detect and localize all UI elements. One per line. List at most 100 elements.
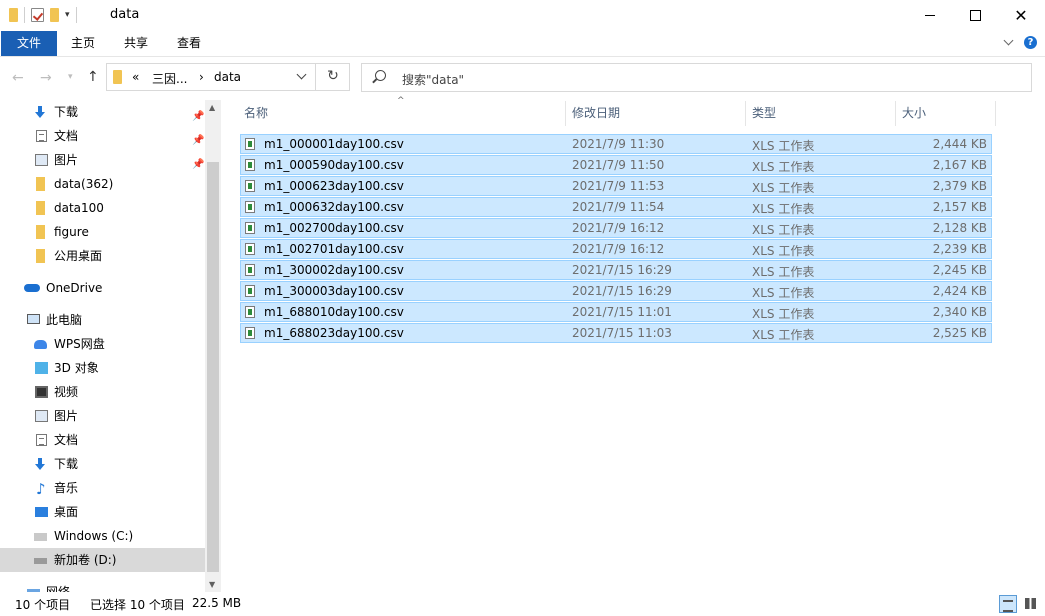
tab-home[interactable]: 主页 <box>63 31 103 56</box>
sidebar-item-label: OneDrive <box>46 281 103 295</box>
sidebar-item-pictures-pinned[interactable]: 图片 📌 <box>0 148 205 172</box>
csv-file-icon <box>245 180 255 192</box>
sidebar-item-downloads-pinned[interactable]: 下载 📌 <box>0 100 205 124</box>
drive-c-icon <box>34 533 47 541</box>
scroll-down-icon[interactable]: ▼ <box>209 580 215 589</box>
minimize-button[interactable] <box>907 0 953 31</box>
file-row[interactable]: m1_000632day100.csv 2021/7/9 11:54 XLS 工… <box>240 197 992 217</box>
file-name: m1_000632day100.csv <box>264 200 404 214</box>
column-header-modified[interactable]: 修改日期 <box>572 101 620 126</box>
forward-arrow-icon[interactable]: → <box>40 70 52 86</box>
sidebar-item-drive-d[interactable]: 新加卷 (D:) <box>0 548 205 572</box>
column-divider[interactable] <box>895 101 896 126</box>
file-row[interactable]: m1_002700day100.csv 2021/7/9 16:12 XLS 工… <box>240 218 992 238</box>
toolbar-separator <box>75 7 77 23</box>
breadcrumb-overflow[interactable]: « <box>132 70 139 84</box>
file-type: XLS 工作表 <box>752 328 815 342</box>
file-name: m1_002700day100.csv <box>264 221 404 235</box>
column-header-name[interactable]: 名称 <box>244 101 268 126</box>
column-header-size[interactable]: 大小 <box>902 101 926 126</box>
folder-icon <box>36 201 45 215</box>
file-row[interactable]: m1_688023day100.csv 2021/7/15 11:03 XLS … <box>240 323 992 343</box>
expand-ribbon-icon[interactable] <box>1003 35 1014 46</box>
file-row[interactable]: m1_300002day100.csv 2021/7/15 16:29 XLS … <box>240 260 992 280</box>
sidebar-item-documents-pinned[interactable]: 文档 📌 <box>0 124 205 148</box>
pictures-icon <box>35 410 48 422</box>
sidebar-item-label: 3D 对象 <box>54 361 99 375</box>
sidebar-item-desktop[interactable]: 桌面 <box>0 500 205 524</box>
search-box[interactable]: 搜索"data" <box>361 63 1032 92</box>
sidebar-item-drive-c[interactable]: Windows (C:) <box>0 524 205 548</box>
new-folder-icon[interactable] <box>50 8 59 22</box>
file-type: XLS 工作表 <box>752 181 815 195</box>
sidebar-item-onedrive[interactable]: OneDrive <box>0 276 205 300</box>
file-row[interactable]: m1_300003day100.csv 2021/7/15 16:29 XLS … <box>240 281 992 301</box>
sidebar-item-label: 公用桌面 <box>54 249 103 263</box>
column-divider[interactable] <box>995 101 996 126</box>
up-arrow-icon[interactable]: ↑ <box>87 69 99 85</box>
wps-cloud-icon <box>34 340 47 349</box>
file-name: m1_300003day100.csv <box>264 284 404 298</box>
column-divider[interactable] <box>565 101 566 126</box>
sidebar-item-downloads[interactable]: 下载 <box>0 452 205 476</box>
tab-share[interactable]: 共享 <box>116 31 156 56</box>
sidebar-item-network[interactable]: 网络 <box>0 580 205 592</box>
sidebar-item-label: 网络 <box>46 585 71 592</box>
file-modified: 2021/7/9 11:54 <box>572 200 665 214</box>
tab-view[interactable]: 查看 <box>169 31 209 56</box>
customize-toolbar-icon[interactable]: ▾ <box>65 10 70 20</box>
file-modified: 2021/7/9 11:30 <box>572 137 665 151</box>
sidebar-item-documents[interactable]: 文档 <box>0 428 205 452</box>
large-icons-view-button[interactable] <box>1022 595 1040 613</box>
sidebar-item-3d-objects[interactable]: 3D 对象 <box>0 356 205 380</box>
sidebar-item-label: 图片 <box>54 153 79 167</box>
sidebar-item-wps-cloud[interactable]: WPS网盘 <box>0 332 205 356</box>
sidebar-item-videos[interactable]: 视频 <box>0 380 205 404</box>
csv-file-icon <box>245 306 255 318</box>
recent-locations-icon[interactable]: ▾ <box>68 72 73 82</box>
breadcrumb-current[interactable]: data <box>214 70 241 84</box>
tab-file[interactable]: 文件 <box>1 31 57 56</box>
sidebar-item-pictures[interactable]: 图片 <box>0 404 205 428</box>
file-row[interactable]: m1_000590day100.csv 2021/7/9 11:50 XLS 工… <box>240 155 992 175</box>
file-row[interactable]: m1_002701day100.csv 2021/7/9 16:12 XLS 工… <box>240 239 992 259</box>
scroll-up-icon[interactable]: ▲ <box>209 103 215 112</box>
document-icon <box>36 434 47 446</box>
file-modified: 2021/7/9 16:12 <box>572 221 665 235</box>
breadcrumb-separator[interactable]: › <box>199 70 204 84</box>
selection-count: 已选择 10 个项目 <box>90 598 185 612</box>
help-icon[interactable]: ? <box>1024 36 1037 49</box>
file-modified: 2021/7/15 16:29 <box>572 284 672 298</box>
file-row[interactable]: m1_000623day100.csv 2021/7/9 11:53 XLS 工… <box>240 176 992 196</box>
sidebar-scrollbar[interactable]: ▲ ▼ <box>205 100 221 592</box>
sidebar-item-label: 视频 <box>54 385 79 399</box>
sidebar-item-data100[interactable]: data100 <box>0 196 205 220</box>
music-icon <box>35 477 48 501</box>
sidebar-item-music[interactable]: 音乐 <box>0 476 205 501</box>
column-divider[interactable] <box>745 101 746 126</box>
sidebar-item-public-desktop[interactable]: 公用桌面 <box>0 244 205 268</box>
file-size: 2,167 KB <box>932 158 987 172</box>
column-header-type[interactable]: 类型 <box>752 101 776 126</box>
file-row[interactable]: m1_000001day100.csv 2021/7/9 11:30 XLS 工… <box>240 134 992 154</box>
maximize-button[interactable] <box>952 0 998 31</box>
sidebar-item-label: 下载 <box>54 105 79 119</box>
details-view-button[interactable] <box>999 595 1017 613</box>
folder-icon <box>36 249 45 263</box>
breadcrumb-parent[interactable]: 三因... <box>152 70 187 87</box>
search-input[interactable]: 搜索"data" <box>402 71 464 88</box>
address-dropdown-icon[interactable] <box>296 69 307 80</box>
close-button[interactable]: ✕ <box>998 0 1044 31</box>
toolbar-separator <box>24 7 25 23</box>
sidebar-item-data362[interactable]: data(362) <box>0 172 205 196</box>
sidebar-item-figure[interactable]: figure <box>0 220 205 244</box>
sidebar-item-this-pc[interactable]: 此电脑 <box>0 308 205 332</box>
search-icon <box>375 70 386 81</box>
address-bar[interactable]: « 三因... › data <box>106 63 350 91</box>
properties-icon[interactable] <box>31 8 44 22</box>
refresh-button[interactable]: ↻ <box>315 63 350 91</box>
file-row[interactable]: m1_688010day100.csv 2021/7/15 11:01 XLS … <box>240 302 992 322</box>
sidebar-item-label: figure <box>54 225 89 239</box>
back-arrow-icon[interactable]: ← <box>12 70 24 86</box>
scrollbar-thumb[interactable] <box>207 162 219 572</box>
